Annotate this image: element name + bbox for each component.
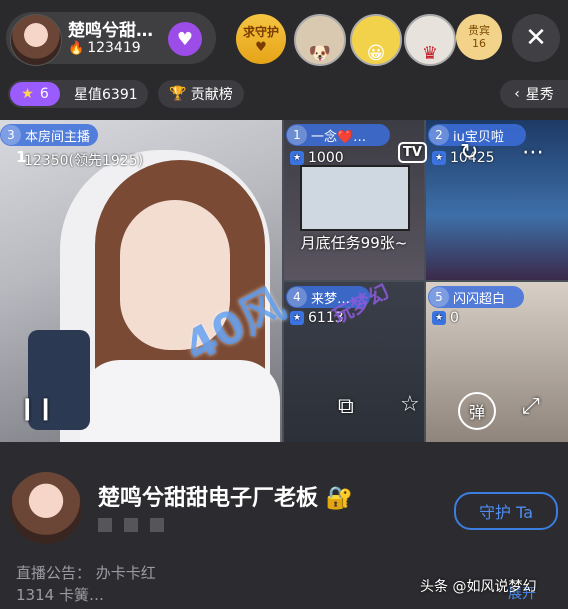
slot-name: 闪闪超白 <box>453 291 506 307</box>
slot-1-stat: ★ 1000 <box>290 150 344 166</box>
close-button[interactable]: ✕ <box>512 14 560 62</box>
blurred-info <box>124 518 138 532</box>
shield-icon: ★ <box>432 311 446 325</box>
refresh-icon: ↻ <box>460 140 479 165</box>
slot-number: 3 <box>1 125 21 145</box>
refresh-button[interactable]: ↻ <box>460 140 478 165</box>
category-star-show-button[interactable]: ‹ 星秀 <box>500 80 568 108</box>
slot-name: 一念❤️… <box>311 129 367 145</box>
slot-1-label: 1 一念❤️… <box>286 124 390 146</box>
streamer-meta <box>98 518 164 532</box>
picture-in-picture-button[interactable]: ⧉ <box>338 394 354 419</box>
announcement-line-2: 1314 卡簧… <box>16 586 104 604</box>
heart-icon: ♥ <box>176 28 194 50</box>
blurred-info <box>150 518 164 532</box>
slot-5-stat: ★ 0 <box>432 310 459 326</box>
slot-number: 1 <box>287 125 307 145</box>
pause-icon: ❙❙ <box>18 396 55 421</box>
multi-stream-video[interactable]: 3 本房间主播 12350(领先1925) 1 1 一念❤️… ★ 1000 月… <box>0 120 568 442</box>
trophy-icon: 🏆 <box>169 86 187 102</box>
tv-icon: TV <box>398 142 427 163</box>
host-heat-value: 123419 <box>87 40 141 56</box>
slot-number: 4 <box>287 287 307 307</box>
follow-heart-button[interactable]: ♥ <box>168 22 202 56</box>
red-dress-icon: ♛ <box>421 43 439 64</box>
effects-button[interactable]: ☆ <box>400 392 420 417</box>
more-button[interactable]: ⋯ <box>522 140 544 165</box>
level-number: 6 <box>39 86 49 102</box>
danmu-toggle-button[interactable]: 弹 <box>458 392 496 430</box>
slot-stat-value: 0 <box>450 310 459 326</box>
stream-banner-text: 月底任务99张~ <box>300 234 408 252</box>
tv-cast-button[interactable]: TV <box>398 142 427 163</box>
viewer-avatar-1[interactable]: 🐶 <box>294 14 346 66</box>
host-heat: 🔥 123419 <box>68 40 141 56</box>
vip-count: 16 <box>472 37 486 50</box>
shield-icon: ★ <box>290 151 304 165</box>
announcement-line-1: 直播公告： 办卡卡红 <box>16 564 156 582</box>
main-corner-number: 1 <box>16 148 27 166</box>
close-icon: ✕ <box>525 23 547 53</box>
star-outline-icon: ☆ <box>400 392 420 417</box>
guard-label: 求守护 <box>242 25 279 39</box>
streamer-body <box>80 360 280 442</box>
vip-label: 贵宾 <box>468 23 490 37</box>
pip-icon: ⧉ <box>338 394 354 419</box>
slot-stat-value: 1000 <box>308 150 344 166</box>
request-guard-button[interactable]: 求守护 ♥ <box>236 14 286 64</box>
main-slot-stat: 12350(领先1925) <box>24 153 144 169</box>
slot-5-label: 5 闪闪超白 <box>428 286 524 308</box>
slot-number: 5 <box>429 287 449 307</box>
dog-icon: 🐶 <box>308 43 332 64</box>
streamer-title: 楚鸣兮甜甜电子厂老板 🔐 <box>98 480 353 512</box>
guard-ta-button[interactable]: 守护 Ta <box>454 492 558 530</box>
pause-button[interactable]: ❙❙ <box>18 396 55 421</box>
viewer-avatar-3[interactable]: ♛ <box>404 14 456 66</box>
main-slot-label: 3 本房间主播 <box>0 124 99 146</box>
blurred-info <box>98 518 112 532</box>
star-level-icon: ★ <box>21 86 34 102</box>
viewer-avatar-2[interactable]: 😀 <box>350 14 402 66</box>
more-icon: ⋯ <box>522 140 544 165</box>
contribution-label: 贡献榜 <box>190 87 233 103</box>
shield-icon: ★ <box>432 151 446 165</box>
danmu-label: 弹 <box>468 403 485 422</box>
level-badge: ★ 6 <box>10 82 60 106</box>
emoji-icon: 😀 <box>366 43 386 64</box>
streamer-title-text: 楚鸣兮甜甜电子厂老板 <box>98 486 319 511</box>
slot-name: 本房间主播 <box>25 129 91 145</box>
badge-icon: 🔐 <box>325 486 354 511</box>
chevron-left-icon: ‹ <box>514 86 520 102</box>
slot-number: 2 <box>429 125 449 145</box>
star-value-pill[interactable]: ★ 6 星值6391 <box>8 80 148 108</box>
contribution-rank-button[interactable]: 🏆 贡献榜 <box>158 80 244 108</box>
fullscreen-icon: ⤢ <box>522 394 540 419</box>
inner-phone-screen <box>300 165 410 231</box>
streamer-avatar[interactable] <box>10 472 82 544</box>
flame-icon: 🔥 <box>68 40 85 56</box>
vip-guests-button[interactable]: 贵宾 16 <box>456 14 502 60</box>
fullscreen-button[interactable]: ⤢ <box>522 394 540 419</box>
announcement: 直播公告： 办卡卡红 1314 卡簧… <box>16 562 156 606</box>
star-value: 星值6391 <box>74 87 138 103</box>
category-label: 星秀 <box>525 87 554 103</box>
source-credit: 头条 @如风说梦幻 <box>420 579 537 595</box>
host-avatar[interactable] <box>10 14 62 66</box>
heart-badge-icon: ♥ <box>255 40 267 55</box>
host-name: 楚鸣兮甜… <box>68 21 153 41</box>
